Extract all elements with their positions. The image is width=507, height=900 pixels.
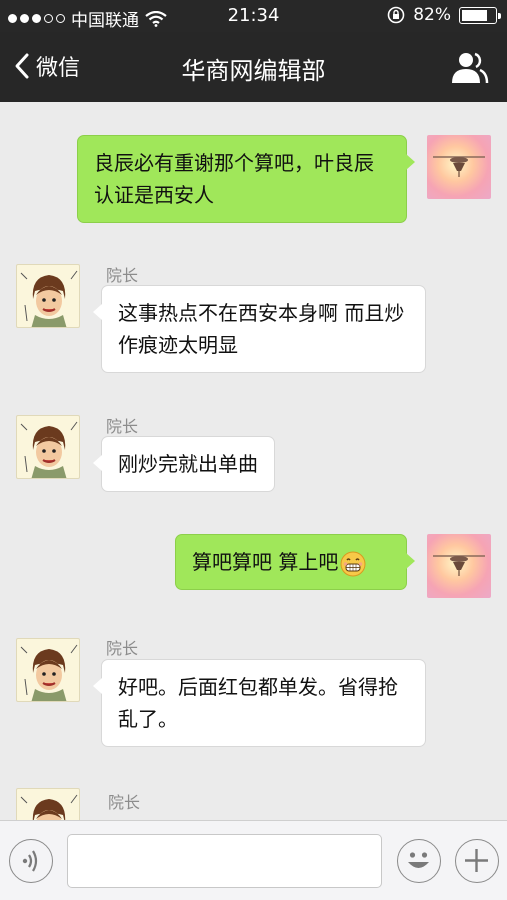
sender-name: 院长: [106, 417, 139, 436]
self-avatar[interactable]: [427, 534, 491, 598]
navigation-bar: 微信 华商网编辑部: [0, 32, 507, 102]
sender-avatar[interactable]: [16, 264, 80, 328]
emoji-button[interactable]: [397, 839, 441, 883]
airship-icon: [433, 156, 485, 177]
cartoon-face-icon: [20, 644, 78, 701]
grinning-face-emoji-icon: [340, 551, 366, 576]
cartoon-face-icon: [20, 794, 78, 820]
chat-title: 华商网编辑部: [181, 57, 326, 85]
message-text: 好吧。后面红包都单发。省得抢乱了。: [118, 675, 398, 731]
emoji-icon: [408, 852, 429, 868]
message-text: 这事热点不在西安本身啊 而且炒作痕迹太明显: [118, 301, 405, 357]
incoming-message-bubble[interactable]: 刚炒完就出单曲: [93, 436, 275, 492]
cartoon-face-icon: [20, 421, 78, 478]
voice-icon: [22, 850, 38, 872]
message-text: 算吧算吧 算上吧: [192, 550, 339, 574]
plus-icon: [465, 849, 488, 872]
sender-avatar[interactable]: [16, 638, 80, 702]
outgoing-message-bubble[interactable]: 算吧算吧 算上吧: [175, 534, 415, 590]
sender-name: 院长: [108, 793, 141, 812]
voice-input-button[interactable]: [9, 839, 53, 883]
sender-avatar[interactable]: [16, 415, 80, 479]
message-input-bar: [0, 820, 507, 900]
sender-name: 院长: [106, 266, 139, 285]
self-avatar[interactable]: [427, 135, 491, 199]
message-text: 良辰必有重谢那个算吧，叶良辰认证是西安人: [94, 151, 374, 207]
message-text-field[interactable]: [67, 834, 382, 888]
message-text: 刚炒完就出单曲: [118, 452, 258, 476]
airship-icon: [433, 555, 485, 576]
battery-percent: 82%: [413, 5, 451, 25]
sender-avatar[interactable]: [16, 788, 80, 820]
more-options-button[interactable]: [455, 839, 499, 883]
incoming-message-bubble[interactable]: 好吧。后面红包都单发。省得抢乱了。: [93, 659, 426, 747]
outgoing-message-bubble[interactable]: 良辰必有重谢那个算吧，叶良辰认证是西安人: [77, 135, 415, 223]
status-right: 82%: [387, 5, 501, 25]
rotation-lock-icon: [387, 6, 405, 24]
battery-icon: [459, 6, 501, 24]
chat-area[interactable]: 良辰必有重谢那个算吧，叶良辰认证是西安人 院长 这事热点不在西安本身啊 而且炒作…: [0, 102, 507, 820]
cartoon-face-icon: [20, 270, 78, 327]
status-bar: 中国联通 21:34 82%: [0, 0, 507, 32]
sender-name: 院长: [106, 639, 139, 658]
group-members-icon[interactable]: [449, 50, 489, 84]
incoming-message-bubble[interactable]: 这事热点不在西安本身啊 而且炒作痕迹太明显: [93, 285, 426, 373]
